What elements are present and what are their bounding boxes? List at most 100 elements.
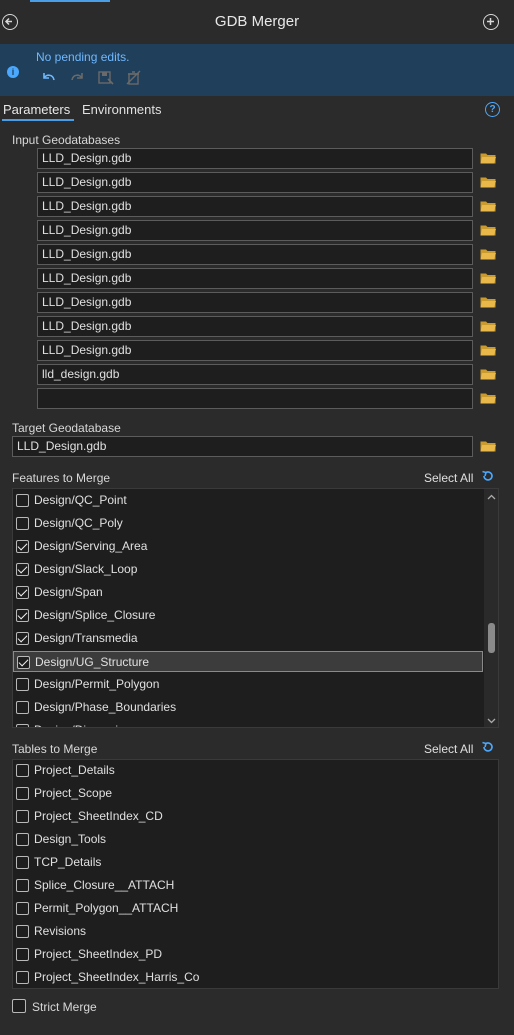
- features-label: Features to Merge: [12, 471, 111, 485]
- tables-list[interactable]: Project_Details Project_Scope Project_Shee…: [12, 759, 499, 989]
- help-icon[interactable]: ?: [485, 102, 500, 117]
- feature-item[interactable]: Design/Dimensions: [13, 720, 483, 727]
- folder-icon: [480, 393, 496, 404]
- feature-item[interactable]: Design/Slack_Loop: [13, 559, 483, 580]
- table-item[interactable]: TCP_Details: [13, 852, 483, 873]
- table-item[interactable]: Permit_Polygon__ATTACH: [13, 898, 483, 919]
- checkbox[interactable]: [16, 856, 29, 869]
- feature-item[interactable]: Design/Serving_Area: [13, 536, 483, 557]
- feature-item[interactable]: Design/Permit_Polygon: [13, 674, 483, 695]
- checkbox[interactable]: [16, 810, 29, 823]
- item-label: Design/QC_Poly: [34, 516, 123, 530]
- feature-item[interactable]: Design/QC_Point: [13, 490, 483, 511]
- item-label: Design/Slack_Loop: [34, 562, 138, 576]
- tables-reset-button[interactable]: [481, 740, 495, 757]
- edit-status-bar: i No pending edits.: [0, 44, 514, 96]
- features-scrollbar[interactable]: [484, 489, 499, 727]
- folder-icon: [480, 441, 496, 452]
- table-item[interactable]: Project_SheetIndex_Harris_Co: [13, 967, 483, 988]
- input-gdb-field[interactable]: LLD_Design.gdb: [37, 316, 473, 337]
- features-select-all[interactable]: Select All: [424, 471, 473, 485]
- feature-item[interactable]: Design/Phase_Boundaries: [13, 697, 483, 718]
- checkbox[interactable]: [16, 902, 29, 915]
- checkbox[interactable]: [16, 494, 29, 507]
- checkbox[interactable]: [16, 609, 29, 622]
- checkbox[interactable]: [16, 787, 29, 800]
- discard-edits-icon[interactable]: [125, 70, 143, 86]
- checkbox[interactable]: [16, 586, 29, 599]
- checkbox[interactable]: [16, 724, 29, 727]
- undo-icon[interactable]: [40, 70, 58, 86]
- input-gdb-field[interactable]: LLD_Design.gdb: [37, 292, 473, 313]
- checkbox[interactable]: [17, 656, 30, 669]
- checkbox[interactable]: [16, 517, 29, 530]
- checkbox[interactable]: [16, 540, 29, 553]
- feature-item[interactable]: Design/QC_Poly: [13, 513, 483, 534]
- scroll-up-icon[interactable]: [484, 491, 499, 503]
- scroll-down-icon[interactable]: [484, 715, 499, 727]
- input-gdb-browse-button[interactable]: [480, 272, 496, 287]
- input-gdb-field[interactable]: LLD_Design.gdb: [37, 268, 473, 289]
- feature-item[interactable]: Design/Span: [13, 582, 483, 603]
- target-gdb-browse-button[interactable]: [480, 440, 496, 455]
- input-gdb-browse-button[interactable]: [480, 200, 496, 215]
- checkbox[interactable]: [16, 879, 29, 892]
- checkbox[interactable]: [16, 833, 29, 846]
- save-edits-icon[interactable]: [97, 70, 115, 86]
- checkbox[interactable]: [16, 925, 29, 938]
- features-reset-button[interactable]: [481, 469, 495, 486]
- item-label: Project_SheetIndex_Harris_Co: [34, 970, 200, 984]
- table-item[interactable]: Splice_Closure__ATTACH: [13, 875, 483, 896]
- item-label: Project_SheetIndex_PD: [34, 947, 163, 961]
- input-gdb-field[interactable]: lld_design.gdb: [37, 364, 473, 385]
- input-gdb-field[interactable]: LLD_Design.gdb: [37, 148, 473, 169]
- input-gdb-browse-button[interactable]: [480, 224, 496, 239]
- item-label: Project_Details: [34, 763, 115, 777]
- checkbox[interactable]: [16, 563, 29, 576]
- input-gdb-field[interactable]: LLD_Design.gdb: [37, 196, 473, 217]
- add-button[interactable]: [483, 14, 499, 30]
- pending-edits-text: No pending edits.: [36, 50, 130, 64]
- input-gdb-browse-button[interactable]: [480, 296, 496, 311]
- table-item[interactable]: Design_Tools: [13, 829, 483, 850]
- table-item[interactable]: Project_Details: [13, 760, 483, 781]
- table-item[interactable]: Project_Scope: [13, 783, 483, 804]
- checkbox[interactable]: [16, 632, 29, 645]
- checkbox[interactable]: [16, 971, 29, 984]
- checkbox[interactable]: [16, 678, 29, 691]
- input-gdb-browse-button[interactable]: [480, 368, 496, 383]
- item-label: TCP_Details: [34, 855, 102, 869]
- folder-icon: [480, 369, 496, 380]
- features-list[interactable]: Design/QC_Point Design/QC_Poly Design/Serv…: [12, 488, 499, 728]
- input-gdb-field[interactable]: LLD_Design.gdb: [37, 220, 473, 241]
- input-gdb-browse-button[interactable]: [480, 176, 496, 191]
- feature-item[interactable]: Design/Splice_Closure: [13, 605, 483, 626]
- folder-icon: [480, 273, 496, 284]
- table-item[interactable]: Project_SheetIndex_PD: [13, 944, 483, 965]
- input-gdb-field[interactable]: [37, 388, 473, 409]
- tab-parameters[interactable]: Parameters: [3, 102, 70, 117]
- redo-icon[interactable]: [68, 70, 86, 86]
- input-gdb-field[interactable]: LLD_Design.gdb: [37, 340, 473, 361]
- input-gdb-browse-button[interactable]: [480, 392, 496, 407]
- feature-item[interactable]: Design/UG_Structure: [13, 651, 483, 672]
- tab-environments[interactable]: Environments: [82, 102, 161, 117]
- target-gdb-field[interactable]: LLD_Design.gdb: [12, 436, 473, 457]
- strict-merge-checkbox[interactable]: [12, 999, 26, 1013]
- checkbox[interactable]: [16, 764, 29, 777]
- table-item[interactable]: Project_SheetIndex_CD: [13, 806, 483, 827]
- item-label: Revisions: [34, 924, 87, 938]
- item-label: Splice_Closure__ATTACH: [34, 878, 175, 892]
- input-gdb-browse-button[interactable]: [480, 248, 496, 263]
- checkbox[interactable]: [16, 701, 29, 714]
- input-gdb-browse-button[interactable]: [480, 152, 496, 167]
- tables-select-all[interactable]: Select All: [424, 742, 473, 756]
- checkbox[interactable]: [16, 948, 29, 961]
- input-gdb-field[interactable]: LLD_Design.gdb: [37, 172, 473, 193]
- table-item[interactable]: Revisions: [13, 921, 483, 942]
- input-gdb-browse-button[interactable]: [480, 344, 496, 359]
- input-gdb-field[interactable]: LLD_Design.gdb: [37, 244, 473, 265]
- input-gdb-browse-button[interactable]: [480, 320, 496, 335]
- feature-item[interactable]: Design/Transmedia: [13, 628, 483, 649]
- features-scroll-thumb[interactable]: [488, 623, 495, 653]
